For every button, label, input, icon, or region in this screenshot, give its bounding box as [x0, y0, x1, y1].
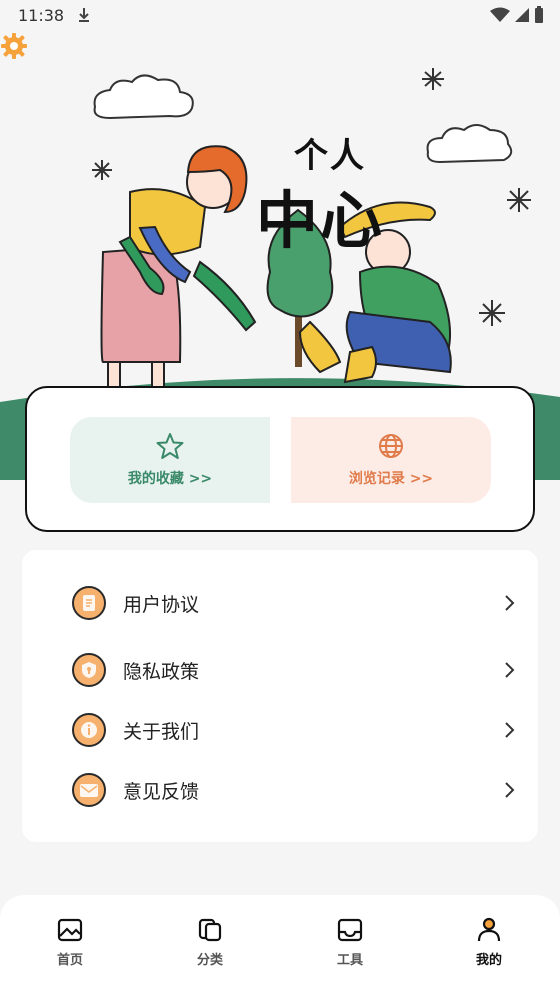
category-icon: [198, 918, 222, 942]
chevron-right-icon: [505, 722, 515, 738]
menu-item-label: 用户协议: [123, 593, 200, 616]
chevron-right-icon: [505, 595, 515, 611]
battery-icon: [535, 6, 543, 23]
info-icon: [72, 713, 106, 747]
document-icon: [72, 586, 106, 620]
quick-actions-card: 我的收藏 >> 浏览记录 >>: [25, 386, 535, 532]
inbox-icon: [337, 918, 363, 942]
menu-item-user-agreement[interactable]: 用户协议: [22, 578, 538, 628]
tab-label: 首页: [56, 953, 83, 968]
tab-tools[interactable]: 工具: [310, 917, 390, 977]
wifi-icon: [490, 7, 510, 22]
tab-home[interactable]: 首页: [30, 917, 110, 977]
menu-item-label: 关于我们: [123, 720, 200, 743]
menu-item-label: 意见反馈: [123, 780, 200, 803]
signal-icon: [515, 8, 529, 22]
tab-mine[interactable]: 我的: [449, 917, 529, 977]
tab-label: 分类: [196, 953, 223, 968]
mail-icon: [72, 773, 106, 807]
tab-label: 工具: [336, 953, 363, 968]
status-indicators: [490, 6, 544, 24]
menu-item-privacy-policy[interactable]: 隐私政策: [22, 645, 538, 695]
tab-category[interactable]: 分类: [170, 917, 250, 977]
menu-item-about-us[interactable]: 关于我们: [22, 705, 538, 755]
history-label: 浏览记录 >>: [348, 471, 434, 487]
bottom-navigation: 首页 分类 工具 我的: [0, 895, 560, 995]
user-icon: [477, 917, 501, 942]
hero-title-line2: 中心: [256, 184, 385, 257]
chevron-right-icon: [505, 662, 515, 678]
image-icon: [57, 918, 83, 942]
favorites-button[interactable]: 我的收藏 >>: [70, 417, 270, 503]
hero-title: 个人 中心: [256, 128, 456, 278]
download-icon: [79, 8, 89, 22]
menu-item-feedback[interactable]: 意见反馈: [22, 765, 538, 815]
history-button[interactable]: 浏览记录 >>: [291, 417, 491, 503]
status-bar: 11:38: [0, 0, 560, 32]
menu-item-label: 隐私政策: [123, 660, 200, 683]
tab-label: 我的: [475, 953, 502, 968]
star-icon: [156, 433, 184, 459]
settings-gear-icon[interactable]: [0, 32, 28, 60]
favorites-label: 我的收藏 >>: [127, 471, 213, 487]
chevron-right-icon: [505, 782, 515, 798]
settings-menu: 用户协议 隐私政策 关于我们 意见反馈: [22, 550, 538, 842]
globe-icon: [379, 434, 403, 458]
status-time: 11:38: [18, 6, 65, 25]
shield-icon: [72, 653, 106, 687]
